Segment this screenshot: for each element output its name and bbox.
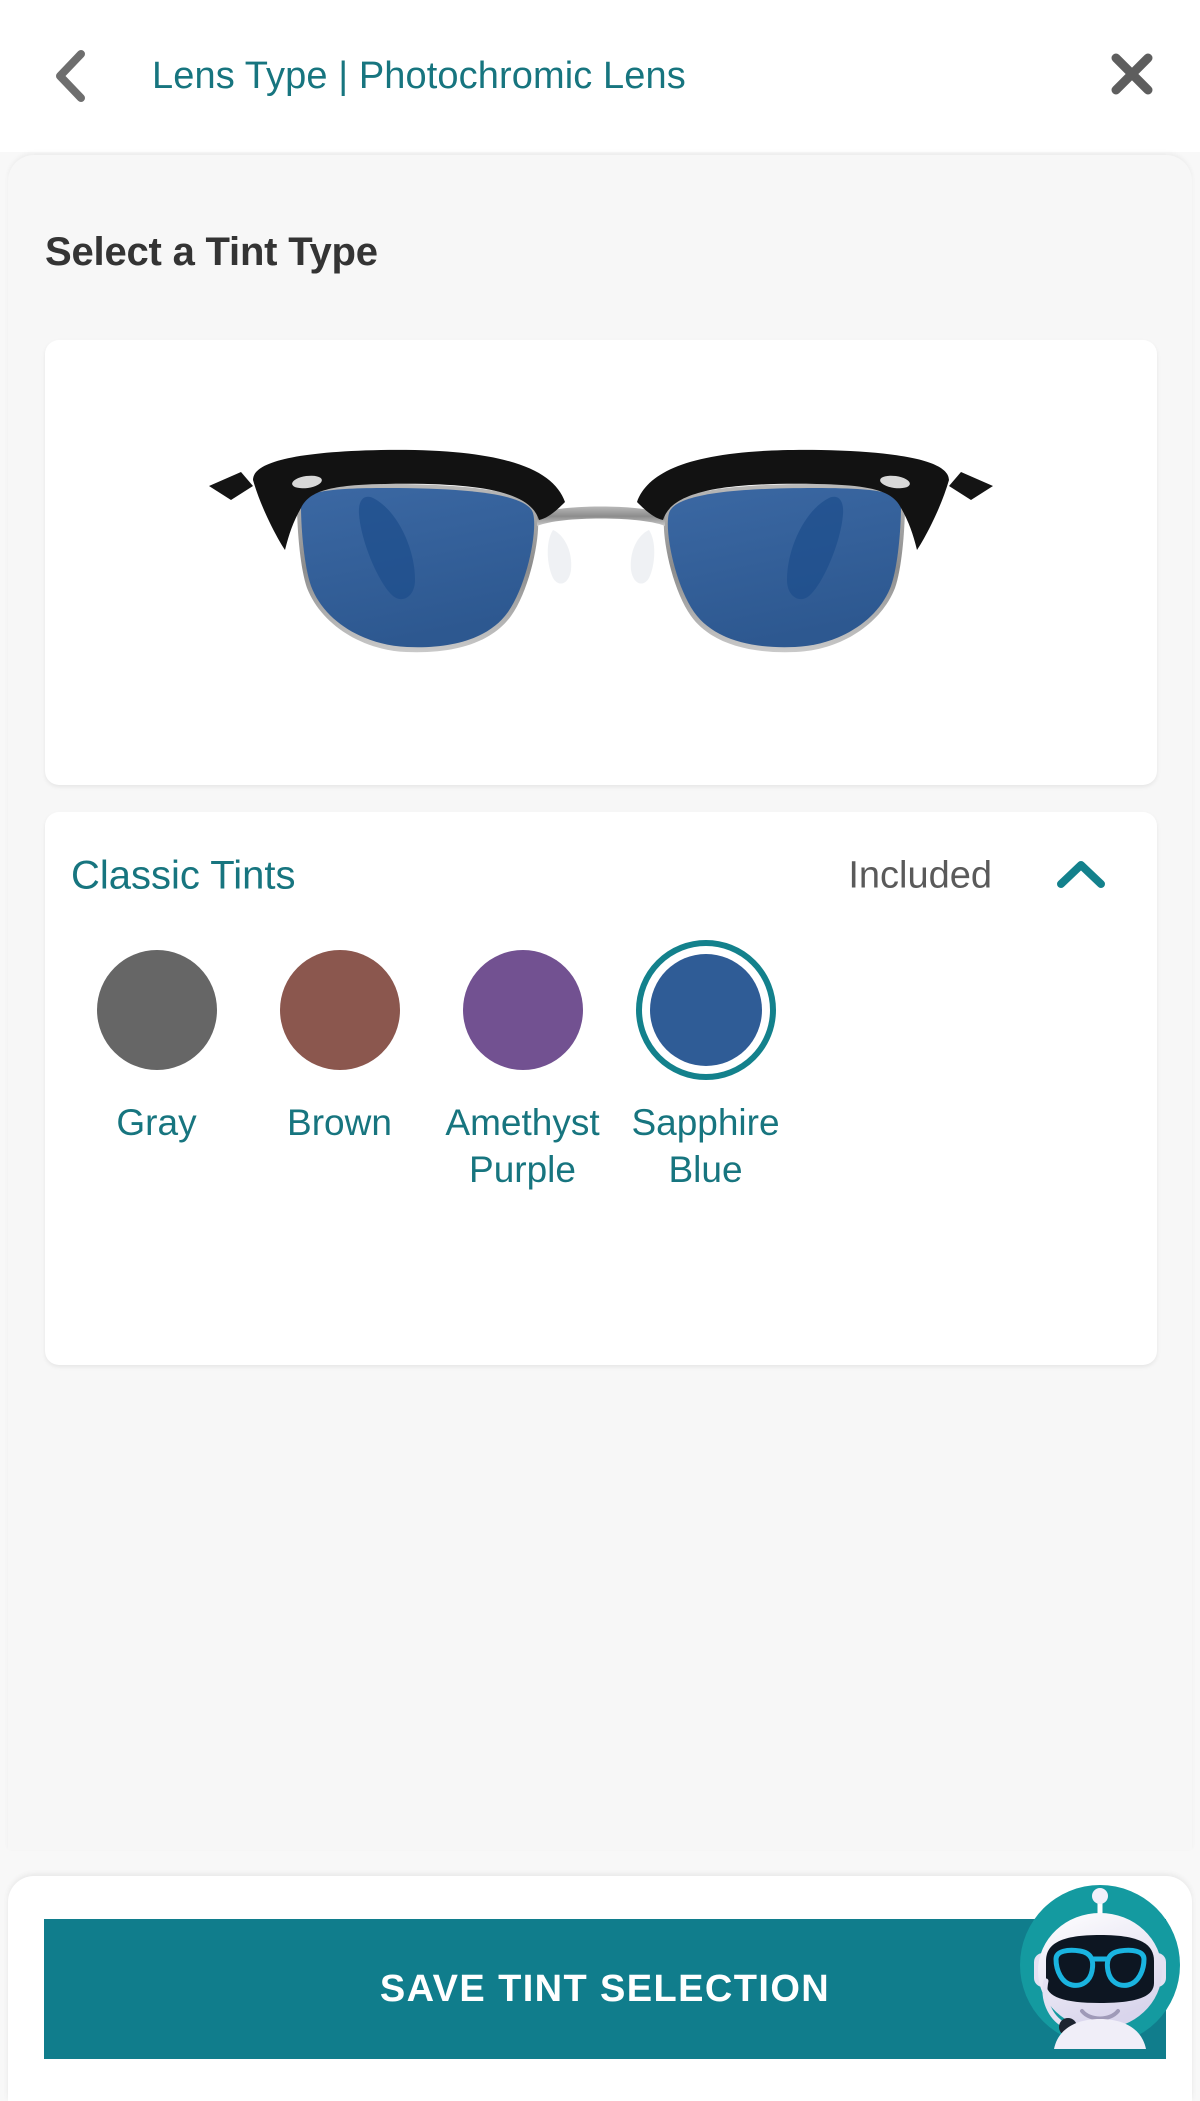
- swatch-label: Brown: [287, 1102, 392, 1143]
- tint-swatch-amethyst-purple[interactable]: Amethyst Purple: [431, 940, 614, 1193]
- swatch-color-dot: [462, 950, 583, 1070]
- section-price: Included: [848, 854, 992, 897]
- classic-tints-card: Classic Tints Included Gray Brown Amethy…: [45, 812, 1157, 1365]
- chevron-up-icon: [1056, 858, 1106, 895]
- bottom-action-bar: SAVE TINT SELECTION: [8, 1876, 1192, 2101]
- swatch-ring-selected: [635, 940, 776, 1080]
- tint-swatch-list: Gray Brown Amethyst Purple Sapphire Blue: [45, 940, 1157, 1193]
- tint-swatch-brown[interactable]: Brown: [248, 940, 431, 1193]
- collapse-toggle[interactable]: [1053, 854, 1109, 898]
- tint-swatch-gray[interactable]: Gray: [65, 940, 248, 1193]
- close-icon: [1110, 52, 1154, 101]
- preview-card: [45, 340, 1157, 785]
- swatch-color-dot: [279, 950, 400, 1070]
- back-button[interactable]: [40, 46, 100, 106]
- header-bar: Lens Type | Photochromic Lens: [0, 0, 1200, 152]
- breadcrumb: Lens Type | Photochromic Lens: [152, 54, 686, 97]
- swatch-label: Sapphire Blue: [631, 1102, 780, 1190]
- tint-swatch-sapphire-blue[interactable]: Sapphire Blue: [614, 940, 797, 1193]
- chatbot-avatar-icon: [1016, 1877, 1184, 2049]
- swatch-label: Gray: [116, 1102, 197, 1143]
- content-sheet: Select a Tint Type Classic Tints Include…: [8, 155, 1192, 1850]
- swatch-label: Amethyst Purple: [445, 1102, 600, 1190]
- page-title: Select a Tint Type: [45, 230, 378, 274]
- save-tint-selection-button[interactable]: SAVE TINT SELECTION: [44, 1919, 1166, 2059]
- swatch-ring: [87, 940, 227, 1080]
- close-button[interactable]: [1100, 44, 1164, 108]
- app-root: Lens Type | Photochromic Lens Select a T…: [0, 0, 1200, 2101]
- swatch-ring: [270, 940, 410, 1080]
- section-title: Classic Tints: [71, 853, 296, 898]
- chatbot-launcher[interactable]: [1016, 1877, 1184, 2049]
- eyeglasses-preview-icon: [45, 340, 1157, 785]
- chevron-left-icon: [53, 49, 87, 103]
- swatch-color-dot: [649, 954, 762, 1066]
- classic-tints-header[interactable]: Classic Tints Included: [45, 812, 1157, 940]
- swatch-color-dot: [96, 950, 217, 1070]
- swatch-ring: [453, 940, 593, 1080]
